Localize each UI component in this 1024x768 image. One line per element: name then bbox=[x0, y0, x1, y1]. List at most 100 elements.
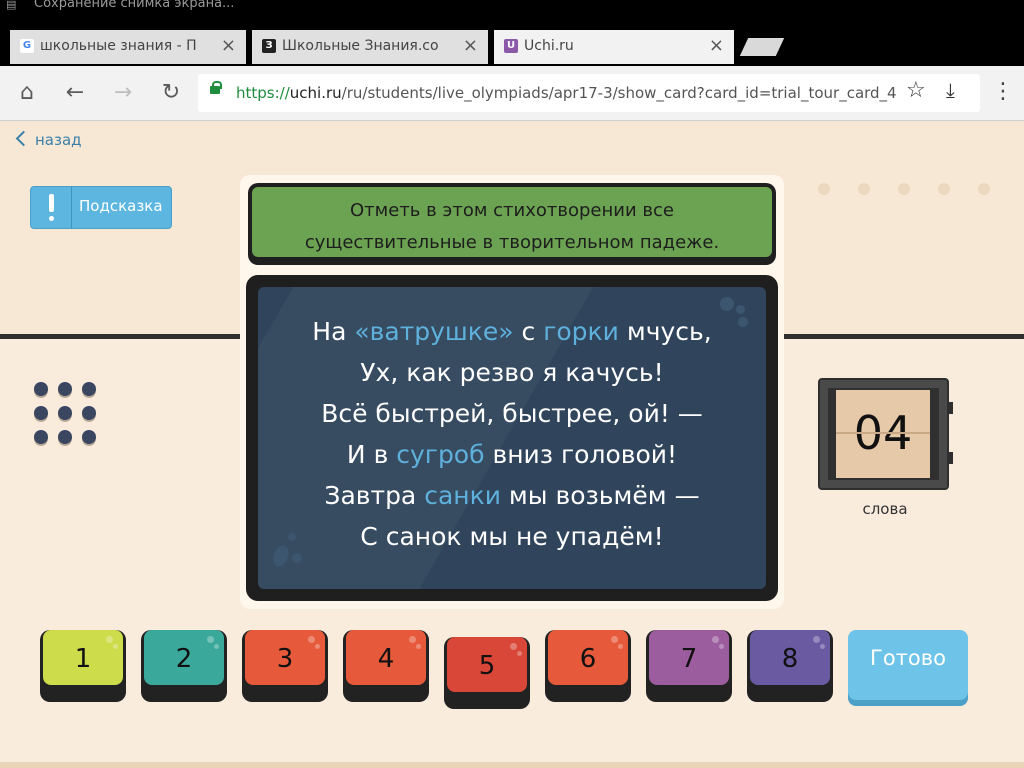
decor-dot bbox=[34, 406, 48, 420]
poem-line: Завтра санки мы возьмём — bbox=[258, 481, 766, 510]
highlighted-word[interactable]: горки bbox=[543, 317, 619, 346]
back-arrow-icon[interactable]: ← bbox=[60, 78, 90, 108]
decor-bubble bbox=[736, 305, 745, 314]
progress-dot bbox=[818, 183, 830, 195]
progress-dot bbox=[898, 183, 910, 195]
answer-label: 2 bbox=[175, 644, 193, 674]
answer-label: 7 bbox=[680, 644, 698, 674]
answer-button-5[interactable]: 5 bbox=[444, 637, 530, 709]
exclamation-icon bbox=[31, 187, 72, 228]
menu-icon[interactable]: ⋮ bbox=[992, 80, 1014, 104]
poem-line: С санок мы не упадём! bbox=[258, 522, 766, 551]
hint-button[interactable]: Подсказка bbox=[30, 186, 172, 229]
znanija-icon: З bbox=[262, 39, 276, 53]
back-label: назад bbox=[35, 131, 82, 149]
task-instruction-box: Отметь в этом стихотворении все существи… bbox=[248, 183, 776, 265]
tab-title: школьные знания - Поиск в Google bbox=[40, 38, 196, 54]
url-text[interactable]: https://uchi.ru/ru/students/live_olympia… bbox=[236, 84, 897, 102]
download-icon[interactable]: ⤓ bbox=[946, 78, 955, 102]
answer-button-3[interactable]: 3 bbox=[242, 630, 328, 702]
reload-icon[interactable]: ↻ bbox=[156, 78, 186, 108]
close-icon[interactable]: × bbox=[221, 35, 236, 56]
tab-title: Школьные Знания.com - Вопрос bbox=[282, 38, 438, 54]
answer-button-1[interactable]: 1 bbox=[40, 630, 126, 702]
highlighted-word[interactable]: санки bbox=[424, 481, 501, 510]
progress-dot bbox=[858, 183, 870, 195]
answer-button-4[interactable]: 4 bbox=[343, 630, 429, 702]
poem-box: На «ватрушке» с горки мчусь, Ух, как резв… bbox=[246, 275, 778, 601]
url-path: /ru/students/live_olympiads/apr17-3/show… bbox=[341, 84, 897, 102]
answer-button-8[interactable]: 8 bbox=[747, 630, 833, 702]
decor-dot bbox=[82, 382, 96, 396]
decor-bubble bbox=[292, 553, 302, 563]
new-tab-button[interactable] bbox=[739, 38, 785, 56]
highlighted-word[interactable]: сугроб bbox=[396, 440, 484, 469]
chevron-left-icon bbox=[15, 130, 32, 147]
poem-line: И в сугроб вниз головой! bbox=[258, 440, 766, 469]
bookmark-star-icon[interactable]: ☆ bbox=[906, 78, 926, 103]
ready-button[interactable]: Готово bbox=[848, 630, 968, 700]
answer-button-7[interactable]: 7 bbox=[646, 630, 732, 702]
task-line-1: Отметь в этом стихотворении все bbox=[350, 200, 674, 221]
status-bar: ▤ Сохранение снимка экрана... bbox=[0, 0, 1024, 30]
answer-button-6[interactable]: 6 bbox=[545, 630, 631, 702]
poem-text-segment[interactable]: Всё быстрей, быстрее, ой! — bbox=[321, 399, 703, 428]
tab-uchi[interactable]: U Uchi.ru × bbox=[494, 30, 734, 64]
poem-text-segment[interactable]: мчусь, bbox=[619, 317, 712, 346]
google-icon: G bbox=[20, 39, 34, 53]
browser-toolbar: ⌂ ← → ↻ https://uchi.ru/ru/students/live… bbox=[0, 66, 1024, 121]
answer-label: 5 bbox=[478, 651, 496, 681]
counter-value: 04 bbox=[853, 406, 913, 460]
decor-bubble bbox=[720, 297, 734, 311]
screenshot-icon: ▤ bbox=[6, 0, 17, 11]
answer-label: 8 bbox=[781, 644, 799, 674]
poem-text-segment[interactable]: вниз головой! bbox=[485, 440, 677, 469]
tab-google-search[interactable]: G школьные знания - Поиск в Google × bbox=[10, 30, 246, 64]
decor-dot bbox=[58, 406, 72, 420]
poem-line: Всё быстрей, быстрее, ой! — bbox=[258, 399, 766, 428]
decor-dot bbox=[34, 382, 48, 396]
counter-label: слова bbox=[862, 500, 908, 518]
url-host: uchi.ru bbox=[289, 84, 342, 102]
status-notification-text: Сохранение снимка экрана... bbox=[34, 0, 235, 11]
answer-button-2[interactable]: 2 bbox=[141, 630, 227, 702]
poem-text-segment[interactable]: Ух, как резво я качусь! bbox=[360, 358, 663, 387]
poem-text-segment[interactable]: мы возьмём — bbox=[501, 481, 700, 510]
poem-text-segment[interactable]: С санок мы не упадём! bbox=[360, 522, 663, 551]
forward-arrow-icon[interactable]: → bbox=[108, 78, 138, 108]
task-line-2: существительные в творительном падеже. bbox=[304, 232, 720, 253]
close-icon[interactable]: × bbox=[463, 35, 478, 56]
ready-label: Готово bbox=[870, 646, 946, 670]
poem-line: Ух, как резво я качусь! bbox=[258, 358, 766, 387]
progress-dot bbox=[938, 183, 950, 195]
poem-text-segment[interactable]: с bbox=[514, 317, 544, 346]
answer-label: 3 bbox=[276, 644, 294, 674]
uchi-icon: U bbox=[504, 39, 518, 53]
back-link[interactable]: назад bbox=[15, 130, 82, 149]
decor-dot bbox=[34, 430, 48, 444]
progress-dot bbox=[978, 183, 990, 195]
word-counter: 04 bbox=[818, 378, 953, 490]
tab-znanija[interactable]: З Школьные Знания.com - Вопрос × bbox=[252, 30, 488, 64]
lock-icon bbox=[210, 81, 222, 94]
poem-line: На «ватрушке» с горки мчусь, bbox=[258, 317, 766, 346]
home-icon[interactable]: ⌂ bbox=[12, 78, 42, 108]
bottom-strip bbox=[0, 762, 1024, 768]
poem-text-segment[interactable]: И в bbox=[347, 440, 396, 469]
close-icon[interactable]: × bbox=[709, 35, 724, 56]
answer-label: 1 bbox=[74, 644, 92, 674]
answer-label: 4 bbox=[377, 644, 395, 674]
decor-dot bbox=[82, 406, 96, 420]
tab-strip: G школьные знания - Поиск в Google × З Ш… bbox=[0, 30, 1024, 66]
answer-label: 6 bbox=[579, 644, 597, 674]
decor-dot bbox=[58, 382, 72, 396]
address-bar[interactable]: https://uchi.ru/ru/students/live_olympia… bbox=[198, 74, 980, 112]
decor-dot bbox=[58, 430, 72, 444]
poem-text-segment[interactable]: На bbox=[312, 317, 354, 346]
url-scheme: https:// bbox=[236, 84, 290, 102]
poem-text-segment[interactable]: Завтра bbox=[324, 481, 424, 510]
highlighted-word[interactable]: «ватрушке» bbox=[354, 317, 513, 346]
tab-title: Uchi.ru bbox=[524, 38, 574, 54]
page-content: назад Подсказка Отметь в этом стихотворе… bbox=[0, 121, 1024, 768]
decor-dot bbox=[82, 430, 96, 444]
